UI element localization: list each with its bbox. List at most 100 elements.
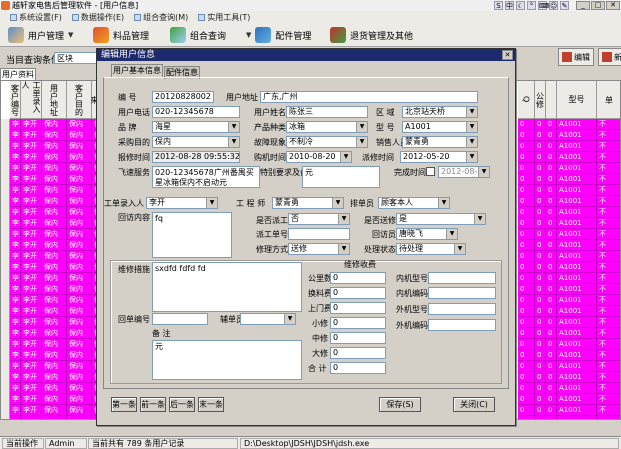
table-cell[interactable]: 0 [546,152,556,163]
table-cell[interactable]: 李开 [10,383,20,394]
table-cell[interactable]: 0 [535,328,545,339]
table-cell[interactable]: 李开 [21,207,41,218]
table-cell[interactable]: A1001 [557,196,596,207]
table-cell[interactable]: 0 [535,196,545,207]
table-cell[interactable]: A1001 [557,273,596,284]
table-cell[interactable]: 0 [518,196,534,207]
table-cell[interactable]: 0 [518,240,534,251]
table-cell[interactable]: 保内 [67,317,91,328]
table-cell[interactable]: 0 [546,229,556,240]
table-cell[interactable]: 保内 [67,218,91,229]
table-cell[interactable]: 保内 [42,394,66,405]
table-cell[interactable]: 李开 [21,295,41,306]
table-cell[interactable]: A1001 [557,240,596,251]
table-cell[interactable]: 保内 [42,306,66,317]
table-cell[interactable]: A1001 [557,174,596,185]
district-select[interactable]: 北京站天桥 [402,106,478,118]
table-cell[interactable]: 0 [546,350,556,361]
address-field[interactable]: 广东,广州 [260,91,478,103]
small-fee-field[interactable]: 0 [330,317,386,329]
table-cell[interactable]: A1001 [557,130,596,141]
table-cell[interactable]: 李开 [10,141,20,152]
table-cell[interactable]: 李开 [10,394,20,405]
col-header[interactable]: 用户地址 [42,81,67,119]
table-cell[interactable]: 0 [546,251,556,262]
close-button[interactable]: ✕ [606,1,620,10]
search-input[interactable]: 区块 [54,52,102,64]
table-cell[interactable]: 0 [535,152,545,163]
table-cell[interactable]: 李开 [21,328,41,339]
assign-time-picker[interactable]: 2012-05-20 [400,151,478,163]
menu-tools[interactable]: 实用工具(T) [198,12,250,23]
table-cell[interactable]: 不 [597,207,620,218]
table-cell[interactable]: 不 [597,229,620,240]
table-cell[interactable]: 李开 [21,141,41,152]
table-cell[interactable]: A1001 [557,284,596,295]
table-cell[interactable]: 李开 [10,240,20,251]
dispatched-select[interactable]: 否 [288,213,350,225]
table-column[interactable]: 000000000000000000000000000 [546,119,557,419]
table-cell[interactable]: 保内 [67,163,91,174]
table-cell[interactable]: 0 [518,361,534,372]
table-cell[interactable]: A1001 [557,207,596,218]
purchase-place-select[interactable]: 保内 [152,136,240,148]
ime-moon-icon[interactable]: ☾ [516,1,525,10]
table-cell[interactable]: 保内 [42,284,66,295]
table-cell[interactable]: 保内 [67,130,91,141]
bianhao-field[interactable]: 20120828002 [152,91,214,103]
ime-keyboard-icon[interactable]: ⌨ [538,1,549,10]
table-cell[interactable]: 0 [546,383,556,394]
dialog-close-icon[interactable]: ✕ [502,50,513,60]
save-button[interactable]: 保存(S) [379,397,421,412]
table-column[interactable]: 李开李开李开李开李开李开李开李开李开李开李开李开李开李开李开李开李开李开李开李开… [10,119,21,419]
table-cell[interactable]: 0 [546,405,556,416]
table-cell[interactable]: 0 [535,130,545,141]
report-time-field[interactable]: 2012-08-28 09:55:32 [152,151,240,163]
table-cell[interactable]: 李开 [10,284,20,295]
phone-field[interactable]: 020-12345678 [152,106,240,118]
table-cell[interactable]: 李开 [10,306,20,317]
table-cell[interactable]: 李开 [21,218,41,229]
table-cell[interactable]: 保内 [67,196,91,207]
table-cell[interactable]: 保内 [42,119,66,130]
menu-data[interactable]: 数据操作(E) [71,12,124,23]
table-cell[interactable]: 0 [535,218,545,229]
table-cell[interactable]: 不 [597,185,620,196]
table-cell[interactable]: 0 [546,284,556,295]
table-cell[interactable]: 保内 [42,405,66,416]
table-cell[interactable]: 0 [518,350,534,361]
table-cell[interactable]: A1001 [557,185,596,196]
table-cell[interactable]: 保内 [67,328,91,339]
table-cell[interactable]: 不 [597,119,620,130]
medium-fee-field[interactable]: 0 [330,332,386,344]
table-cell[interactable]: 保内 [42,196,66,207]
table-cell[interactable]: 0 [546,372,556,383]
table-cell[interactable]: 李开 [10,251,20,262]
table-cell[interactable]: A1001 [557,119,596,130]
table-cell[interactable]: 0 [518,328,534,339]
table-cell[interactable]: 李开 [21,273,41,284]
table-cell[interactable]: 0 [535,394,545,405]
col-header[interactable]: Q [518,81,535,119]
parts-mgmt-button[interactable]: ▼ 配件管理 [246,26,311,44]
table-cell[interactable]: 李开 [10,372,20,383]
table-cell[interactable]: 李开 [21,152,41,163]
table-cell[interactable]: 李开 [10,163,20,174]
return-mgmt-button[interactable]: 退货管理及其他 [330,26,413,44]
public-fee-field[interactable]: 0 [330,272,386,284]
table-cell[interactable]: 0 [518,207,534,218]
table-cell[interactable]: 李开 [21,185,41,196]
callback-person-select[interactable]: 唐晓飞 [396,228,458,240]
table-cell[interactable]: 李开 [21,383,41,394]
table-cell[interactable]: 0 [546,306,556,317]
table-cell[interactable]: 不 [597,130,620,141]
table-cell[interactable]: 0 [535,273,545,284]
table-cell[interactable]: 不 [597,350,620,361]
table-cell[interactable]: 李开 [10,207,20,218]
table-cell[interactable]: 不 [597,174,620,185]
table-cell[interactable]: 李开 [21,163,41,174]
table-cell[interactable]: 保内 [42,350,66,361]
table-cell[interactable]: 不 [597,262,620,273]
dispatcher-select[interactable]: 顾客本人 [378,197,450,209]
table-cell[interactable]: 李开 [10,130,20,141]
